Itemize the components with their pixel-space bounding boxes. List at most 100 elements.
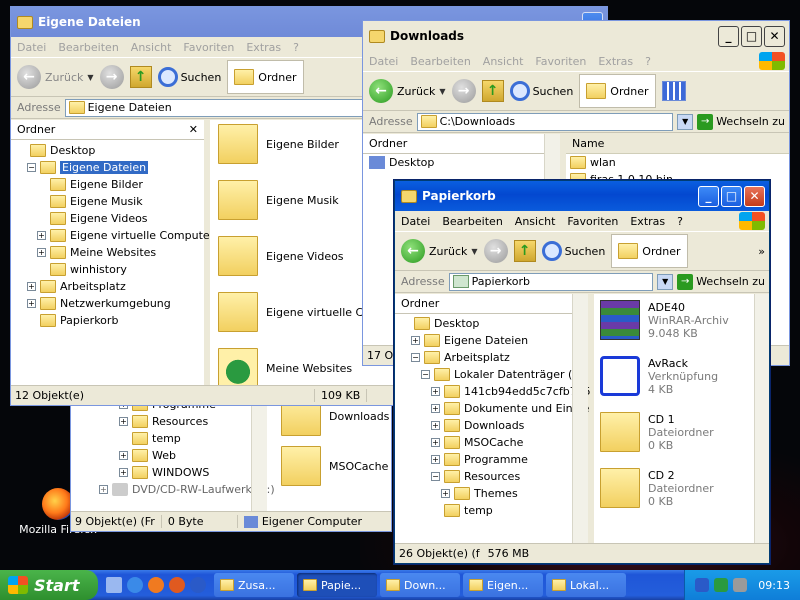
tree-item[interactable]: + Eigene virtuelle Computer bbox=[11, 227, 214, 244]
address-input[interactable]: Papierkorb bbox=[448, 272, 654, 291]
file-item-avrack[interactable]: AvRack Verknüpfung 4 KB bbox=[600, 356, 718, 396]
file-item-cd2[interactable]: CD 2 Dateiordner 0 KB bbox=[600, 468, 714, 508]
tree-item[interactable]: WINDOWS bbox=[152, 466, 209, 479]
tree-item[interactable]: + Downloads bbox=[395, 417, 588, 434]
menu-ansicht[interactable]: Ansicht bbox=[131, 41, 172, 54]
search-button[interactable]: Suchen bbox=[509, 81, 573, 101]
taskbar-button[interactable]: Eigen... bbox=[463, 573, 543, 597]
file-item-meine-websites[interactable]: Meine Websites bbox=[218, 348, 352, 388]
menu-ansicht[interactable]: Ansicht bbox=[515, 215, 556, 228]
address-input[interactable]: C:\Downloads bbox=[416, 112, 674, 131]
start-button[interactable]: Start bbox=[0, 570, 98, 600]
tree-item[interactable]: Desktop bbox=[11, 142, 204, 159]
title-bar[interactable]: Downloads _ □ ✕ bbox=[363, 21, 789, 51]
tree-item[interactable]: Eigene Videos bbox=[11, 210, 204, 227]
minimize-button[interactable]: _ bbox=[698, 185, 719, 207]
tree-item[interactable]: Eigene Musik bbox=[11, 193, 204, 210]
file-item-eigene-bilder[interactable]: Eigene Bilder bbox=[218, 124, 339, 164]
tree-expander[interactable]: − bbox=[27, 163, 36, 172]
menu-help[interactable]: ? bbox=[677, 215, 683, 228]
tree-expander[interactable]: + bbox=[431, 438, 440, 447]
file-view-scrollbar[interactable] bbox=[754, 294, 769, 543]
menu-extras[interactable]: Extras bbox=[630, 215, 665, 228]
folders-button[interactable]: Ordner bbox=[579, 74, 656, 108]
folder-up-button[interactable]: ↑ bbox=[513, 240, 536, 262]
firefox-quicklaunch-icon[interactable] bbox=[148, 577, 164, 593]
network-icon[interactable] bbox=[695, 578, 710, 592]
tree-expander[interactable]: + bbox=[431, 387, 440, 396]
tree-expander[interactable]: − bbox=[431, 472, 440, 481]
tree-item[interactable]: Resources bbox=[152, 415, 208, 428]
tree-expander[interactable]: + bbox=[431, 404, 440, 413]
tree-item[interactable]: winhistory bbox=[11, 261, 204, 278]
file-item-eigene-videos[interactable]: Eigene Videos bbox=[218, 236, 344, 276]
folder-up-button[interactable]: ↑ bbox=[129, 66, 152, 88]
tree-item[interactable]: + MSOCache bbox=[395, 434, 588, 451]
menu-help[interactable]: ? bbox=[645, 55, 651, 68]
tree-expander[interactable]: − bbox=[421, 370, 430, 379]
tree-expander[interactable]: + bbox=[37, 248, 46, 257]
address-dropdown-button[interactable]: ▼ bbox=[657, 273, 674, 290]
views-button[interactable] bbox=[661, 81, 686, 101]
tree-expander[interactable]: + bbox=[27, 282, 36, 291]
tree-expander[interactable]: + bbox=[37, 231, 46, 240]
menu-extras[interactable]: Extras bbox=[598, 55, 633, 68]
back-button[interactable]: ← Zurück ▼ bbox=[17, 65, 94, 89]
tree-expander[interactable]: + bbox=[431, 421, 440, 430]
clock[interactable]: 09:13 bbox=[758, 579, 790, 592]
maximize-button[interactable]: □ bbox=[721, 185, 742, 207]
desktop-quicklaunch-icon[interactable] bbox=[106, 577, 122, 593]
forward-button[interactable]: → bbox=[451, 79, 476, 103]
file-item-ade40[interactable]: ADE40 WinRAR-Archiv 9.048 KB bbox=[600, 300, 729, 340]
taskbar-button[interactable]: Down... bbox=[380, 573, 460, 597]
tree-item[interactable]: + Meine Websites bbox=[11, 244, 204, 261]
tree-item[interactable]: temp bbox=[152, 432, 181, 445]
media-player-icon[interactable] bbox=[190, 577, 206, 593]
search-button[interactable]: Suchen bbox=[541, 241, 605, 261]
file-item-msocache[interactable]: MSOCache bbox=[281, 446, 388, 486]
title-bar[interactable]: Papierkorb _ □ ✕ bbox=[395, 181, 769, 211]
menu-datei[interactable]: Datei bbox=[401, 215, 430, 228]
folder-up-button[interactable]: ↑ bbox=[481, 80, 504, 102]
window-papierkorb[interactable]: Papierkorb _ □ ✕ Datei Bearbeiten Ansich… bbox=[394, 180, 770, 564]
tree-item[interactable]: Desktop bbox=[395, 315, 588, 332]
toolbar-overflow-chevron-icon[interactable]: » bbox=[758, 245, 769, 258]
back-button[interactable]: ← Zurück ▼ bbox=[401, 239, 478, 263]
tree-item[interactable]: + Eigene Dateien bbox=[395, 332, 588, 349]
maximize-button[interactable]: □ bbox=[741, 25, 762, 47]
tree-item[interactable]: + Arbeitsplatz bbox=[11, 278, 204, 295]
address-dropdown-button[interactable]: ▼ bbox=[677, 113, 694, 130]
tree-item[interactable]: + Themes bbox=[395, 485, 588, 502]
taskbar-button[interactable]: Zusa... bbox=[214, 573, 294, 597]
taskbar-button[interactable]: Papie... bbox=[297, 573, 377, 597]
menu-bearbeiten[interactable]: Bearbeiten bbox=[410, 55, 470, 68]
tree-item[interactable]: + Dokumente und Einste bbox=[395, 400, 589, 417]
menu-extras[interactable]: Extras bbox=[246, 41, 281, 54]
tree-expander[interactable]: + bbox=[411, 336, 420, 345]
forward-button[interactable]: → bbox=[99, 65, 124, 89]
menu-help[interactable]: ? bbox=[293, 41, 299, 54]
menu-datei[interactable]: Datei bbox=[369, 55, 398, 68]
tree-expander[interactable]: + bbox=[27, 299, 36, 308]
minimize-button[interactable]: _ bbox=[718, 25, 739, 47]
tree-item[interactable]: Eigene Bilder bbox=[11, 176, 204, 193]
file-item-eigene-musik[interactable]: Eigene Musik bbox=[218, 180, 339, 220]
internet-explorer-icon[interactable] bbox=[127, 577, 143, 593]
tree-expander[interactable]: + bbox=[431, 455, 440, 464]
search-button[interactable]: Suchen bbox=[157, 67, 221, 87]
tree-item[interactable]: temp bbox=[395, 502, 588, 519]
menu-favoriten[interactable]: Favoriten bbox=[183, 41, 234, 54]
menu-bearbeiten[interactable]: Bearbeiten bbox=[58, 41, 118, 54]
security-icon[interactable] bbox=[714, 578, 729, 592]
file-item-cd1[interactable]: CD 1 Dateiordner 0 KB bbox=[600, 412, 714, 452]
volume-icon[interactable] bbox=[733, 578, 748, 592]
close-button[interactable]: ✕ bbox=[744, 185, 765, 207]
tree-item[interactable]: − Eigene Dateien bbox=[11, 159, 204, 176]
tree-item[interactable]: + Netzwerkumgebung bbox=[11, 295, 204, 312]
file-item-wlan[interactable]: wlan bbox=[566, 154, 789, 171]
thunderbird-icon[interactable] bbox=[169, 577, 185, 593]
menu-datei[interactable]: Datei bbox=[17, 41, 46, 54]
tree-expander[interactable]: − bbox=[411, 353, 420, 362]
folders-button[interactable]: Ordner bbox=[227, 60, 304, 94]
tree-item[interactable]: − Lokaler Datenträger (C:) bbox=[395, 366, 588, 383]
